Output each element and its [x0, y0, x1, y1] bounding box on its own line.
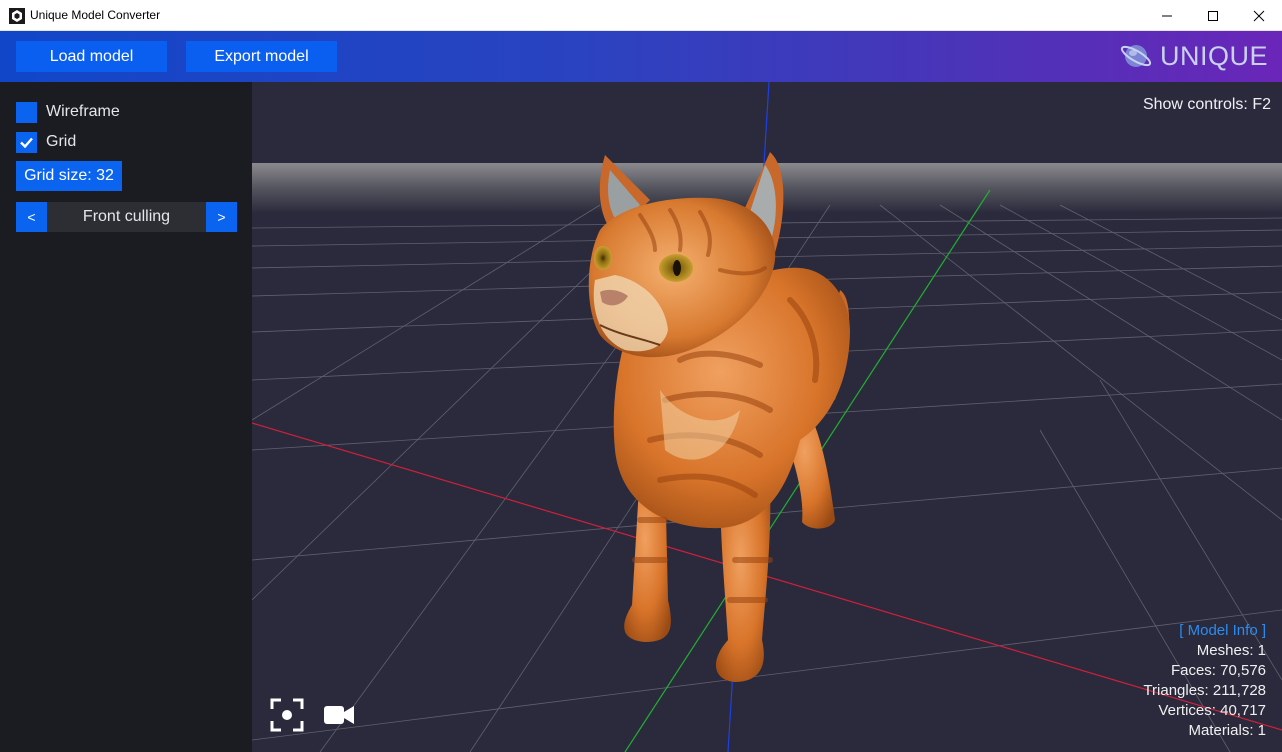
grid-size-button[interactable]: Grid size: 32: [16, 161, 122, 191]
info-faces: Faces: 70,576: [1170, 662, 1266, 679]
checkmark-icon: [20, 137, 33, 148]
title-bar: Unique Model Converter: [0, 0, 1282, 31]
camera-icon: [324, 706, 354, 724]
wireframe-checkbox[interactable]: [16, 101, 37, 123]
load-model-button[interactable]: Load model: [16, 41, 167, 72]
camera-button[interactable]: [322, 698, 356, 737]
grid-checkbox[interactable]: [16, 131, 37, 153]
minimize-button[interactable]: [1144, 0, 1190, 31]
culling-prev-button[interactable]: <: [16, 202, 47, 232]
toolbar: Load model Export model UNIQUE: [0, 31, 1282, 82]
culling-selector: < Front culling >: [16, 202, 237, 232]
export-model-button[interactable]: Export model: [186, 41, 337, 72]
logo-text: UNIQUE: [1160, 40, 1269, 71]
minimize-icon: [1162, 15, 1172, 16]
focus-button[interactable]: [270, 698, 304, 737]
culling-next-button[interactable]: >: [206, 202, 237, 232]
info-meshes: Meshes: 1: [1196, 642, 1266, 659]
info-triangles: Triangles: 211,728: [1143, 682, 1266, 699]
grid-label: Grid: [46, 133, 77, 150]
culling-value: Front culling: [47, 202, 206, 232]
close-icon: [1253, 10, 1265, 21]
maximize-button[interactable]: [1190, 0, 1236, 31]
close-button[interactable]: [1236, 0, 1282, 31]
window-title: Unique Model Converter: [30, 8, 161, 22]
app-icon: [9, 8, 25, 24]
focus-icon: [270, 698, 304, 732]
model-info-header: [ Model Info ]: [1179, 622, 1266, 639]
model-info-panel: [ Model Info ] Meshes: 1 Faces: 70,576 T…: [1143, 621, 1266, 741]
wireframe-label: Wireframe: [46, 103, 120, 120]
app-window: Unique Model Converter Load model Export…: [0, 0, 1282, 752]
info-vertices: Vertices: 40,717: [1158, 702, 1266, 719]
logo: UNIQUE: [1120, 39, 1268, 73]
logo-icon: [1120, 45, 1152, 67]
wireframe-toggle[interactable]: Wireframe: [16, 101, 120, 123]
maximize-icon: [1208, 10, 1218, 21]
show-controls-hint: Show controls: F2: [1142, 96, 1271, 113]
grid-toggle[interactable]: Grid: [16, 131, 77, 153]
cat-model: [588, 152, 850, 682]
info-materials: Materials: 1: [1188, 722, 1266, 739]
